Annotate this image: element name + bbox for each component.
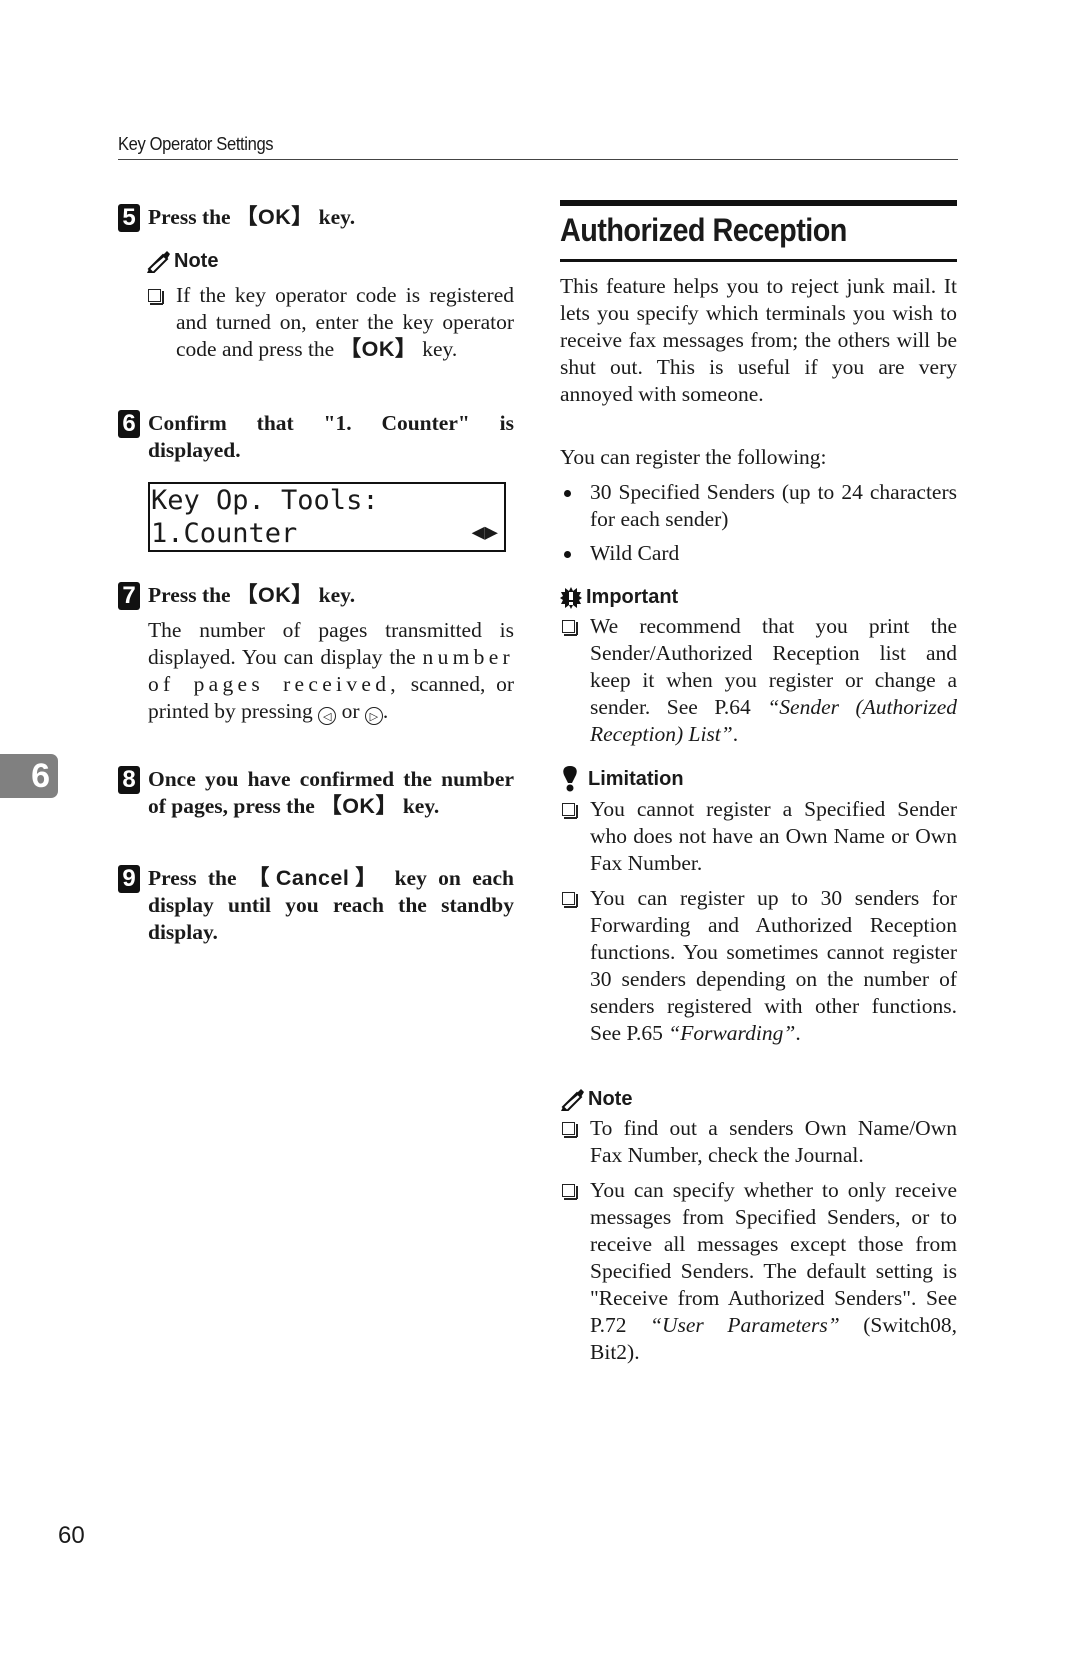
note-block: Note To find out a senders Own Name/Own … xyxy=(560,1088,957,1366)
step-5: 5 Press the 【OK】 key. xyxy=(118,204,514,232)
pencil-icon xyxy=(146,250,170,273)
right-arrow-key-icon: ▷ xyxy=(364,707,383,725)
page-number: 60 xyxy=(58,1522,85,1549)
step-instruction: Press the 【OK】 key. xyxy=(148,204,514,231)
note-block: Note xyxy=(146,250,514,273)
instruction-text: Press the xyxy=(148,866,248,890)
step-6: 6 Confirm that "1. Counter" is displayed… xyxy=(118,410,514,464)
left-right-arrows-icon: ◀▶ xyxy=(471,520,499,545)
step-instruction: Once you have confirmed the number of pa… xyxy=(148,766,514,820)
note-label: Note xyxy=(174,250,219,272)
checkbox-bullet-icon xyxy=(562,803,578,819)
important-label: Important xyxy=(586,586,679,608)
important-block: Important We recommend that you print th… xyxy=(560,586,957,748)
step-instruction: Press the 【OK】 key. xyxy=(148,582,514,609)
register-lead: You can register the following: xyxy=(560,445,827,469)
lcd-display: Key Op. Tools: 1.Counter ◀▶ xyxy=(148,482,506,552)
note-heading: Note xyxy=(560,1088,957,1111)
cancel-key-label: 【Cancel】 xyxy=(247,866,384,890)
list-item-text: Wild Card xyxy=(590,541,680,565)
body-text: or xyxy=(336,699,365,723)
item-text: To find out a senders Own Name/Own Fax N… xyxy=(590,1116,957,1167)
ok-key-label: 【OK】 xyxy=(235,583,314,607)
header-rule xyxy=(118,159,958,160)
item-text: You cannot register a Specified Sender w… xyxy=(590,797,957,875)
lcd-line-1: Key Op. Tools: xyxy=(151,485,379,516)
checkbox-bullet-icon xyxy=(562,1184,578,1200)
ok-key-label: 【OK】 xyxy=(235,205,314,229)
checkbox-item: You can specify whether to only receive … xyxy=(560,1177,957,1366)
step-body: The number of pages transmitted is displ… xyxy=(148,617,514,725)
step-8: 8 Once you have confirmed the number of … xyxy=(118,766,514,820)
running-header-title: Key Operator Settings xyxy=(118,134,274,154)
instruction-text: Press the xyxy=(148,205,236,229)
item-text: . xyxy=(732,722,739,746)
checkbox-bullet-icon xyxy=(562,1122,578,1138)
step-number-badge: 9 xyxy=(118,865,140,893)
step-9: 9 Press the 【Cancel】 key on each display… xyxy=(118,865,514,946)
item-text: . xyxy=(795,1021,801,1045)
body-text: . xyxy=(382,699,389,723)
note-item: If the key operator code is registered a… xyxy=(146,282,514,363)
step-number-badge: 6 xyxy=(118,410,140,438)
pencil-icon xyxy=(560,1088,584,1111)
checkbox-item: To find out a senders Own Name/Own Fax N… xyxy=(560,1115,957,1169)
chapter-tab: 6 xyxy=(0,754,58,798)
list-item: Wild Card xyxy=(560,540,957,567)
bullet-icon xyxy=(564,490,571,497)
limitation-heading: Limitation xyxy=(560,766,957,792)
instruction-text: key. xyxy=(313,205,356,229)
checkbox-item: We recommend that you print the Sender/A… xyxy=(560,613,957,748)
intro-paragraph: This feature helps you to reject junk ma… xyxy=(560,274,957,406)
instruction-text: key. xyxy=(397,794,440,818)
note-text: key. xyxy=(416,337,458,361)
section-bottom-rule xyxy=(560,259,957,262)
ok-key-label: 【OK】 xyxy=(339,337,417,361)
ok-key-label: 【OK】 xyxy=(320,794,398,818)
section-title: Authorized Reception xyxy=(560,212,847,248)
step-7: 7 Press the 【OK】 key. The number of page… xyxy=(118,582,514,725)
step-number-badge: 7 xyxy=(118,582,140,610)
note-heading: Note xyxy=(146,250,514,273)
note-label: Note xyxy=(588,1088,633,1110)
left-arrow-key-icon: ◁ xyxy=(318,707,337,725)
step-instruction: Confirm that "1. Counter" is displayed. xyxy=(148,411,514,462)
lcd-line-2: 1.Counter xyxy=(151,518,298,549)
list-item-text: 30 Specified Senders (up to 24 character… xyxy=(590,480,957,531)
limitation-label: Limitation xyxy=(588,767,684,790)
important-heading: Important xyxy=(560,586,957,609)
checkbox-bullet-icon xyxy=(562,892,578,908)
bullet-icon xyxy=(564,551,571,558)
checkbox-item: You can register up to 30 senders for Fo… xyxy=(560,885,957,1047)
limitation-icon xyxy=(560,766,584,792)
register-list: 30 Specified Senders (up to 24 character… xyxy=(560,479,957,567)
checkbox-bullet-icon xyxy=(148,289,164,305)
checkbox-bullet-icon xyxy=(562,620,578,636)
step-number-badge: 8 xyxy=(118,766,140,794)
important-burst-icon xyxy=(560,586,582,609)
checkbox-item: You cannot register a Specified Sender w… xyxy=(560,796,957,877)
instruction-text: Press the xyxy=(148,583,236,607)
page-reference-link[interactable]: “Forwarding” xyxy=(668,1021,795,1045)
step-instruction: Press the 【Cancel】 key on each display u… xyxy=(148,865,514,946)
list-item: 30 Specified Senders (up to 24 character… xyxy=(560,479,957,533)
step-number-badge: 5 xyxy=(118,204,140,232)
checkbox-item: If the key operator code is registered a… xyxy=(146,282,514,363)
page-reference-link[interactable]: “User Parameters” xyxy=(650,1313,840,1337)
limitation-block: Limitation You cannot register a Specifi… xyxy=(560,766,957,1047)
section-top-rule xyxy=(560,200,957,206)
instruction-text: key. xyxy=(313,583,356,607)
